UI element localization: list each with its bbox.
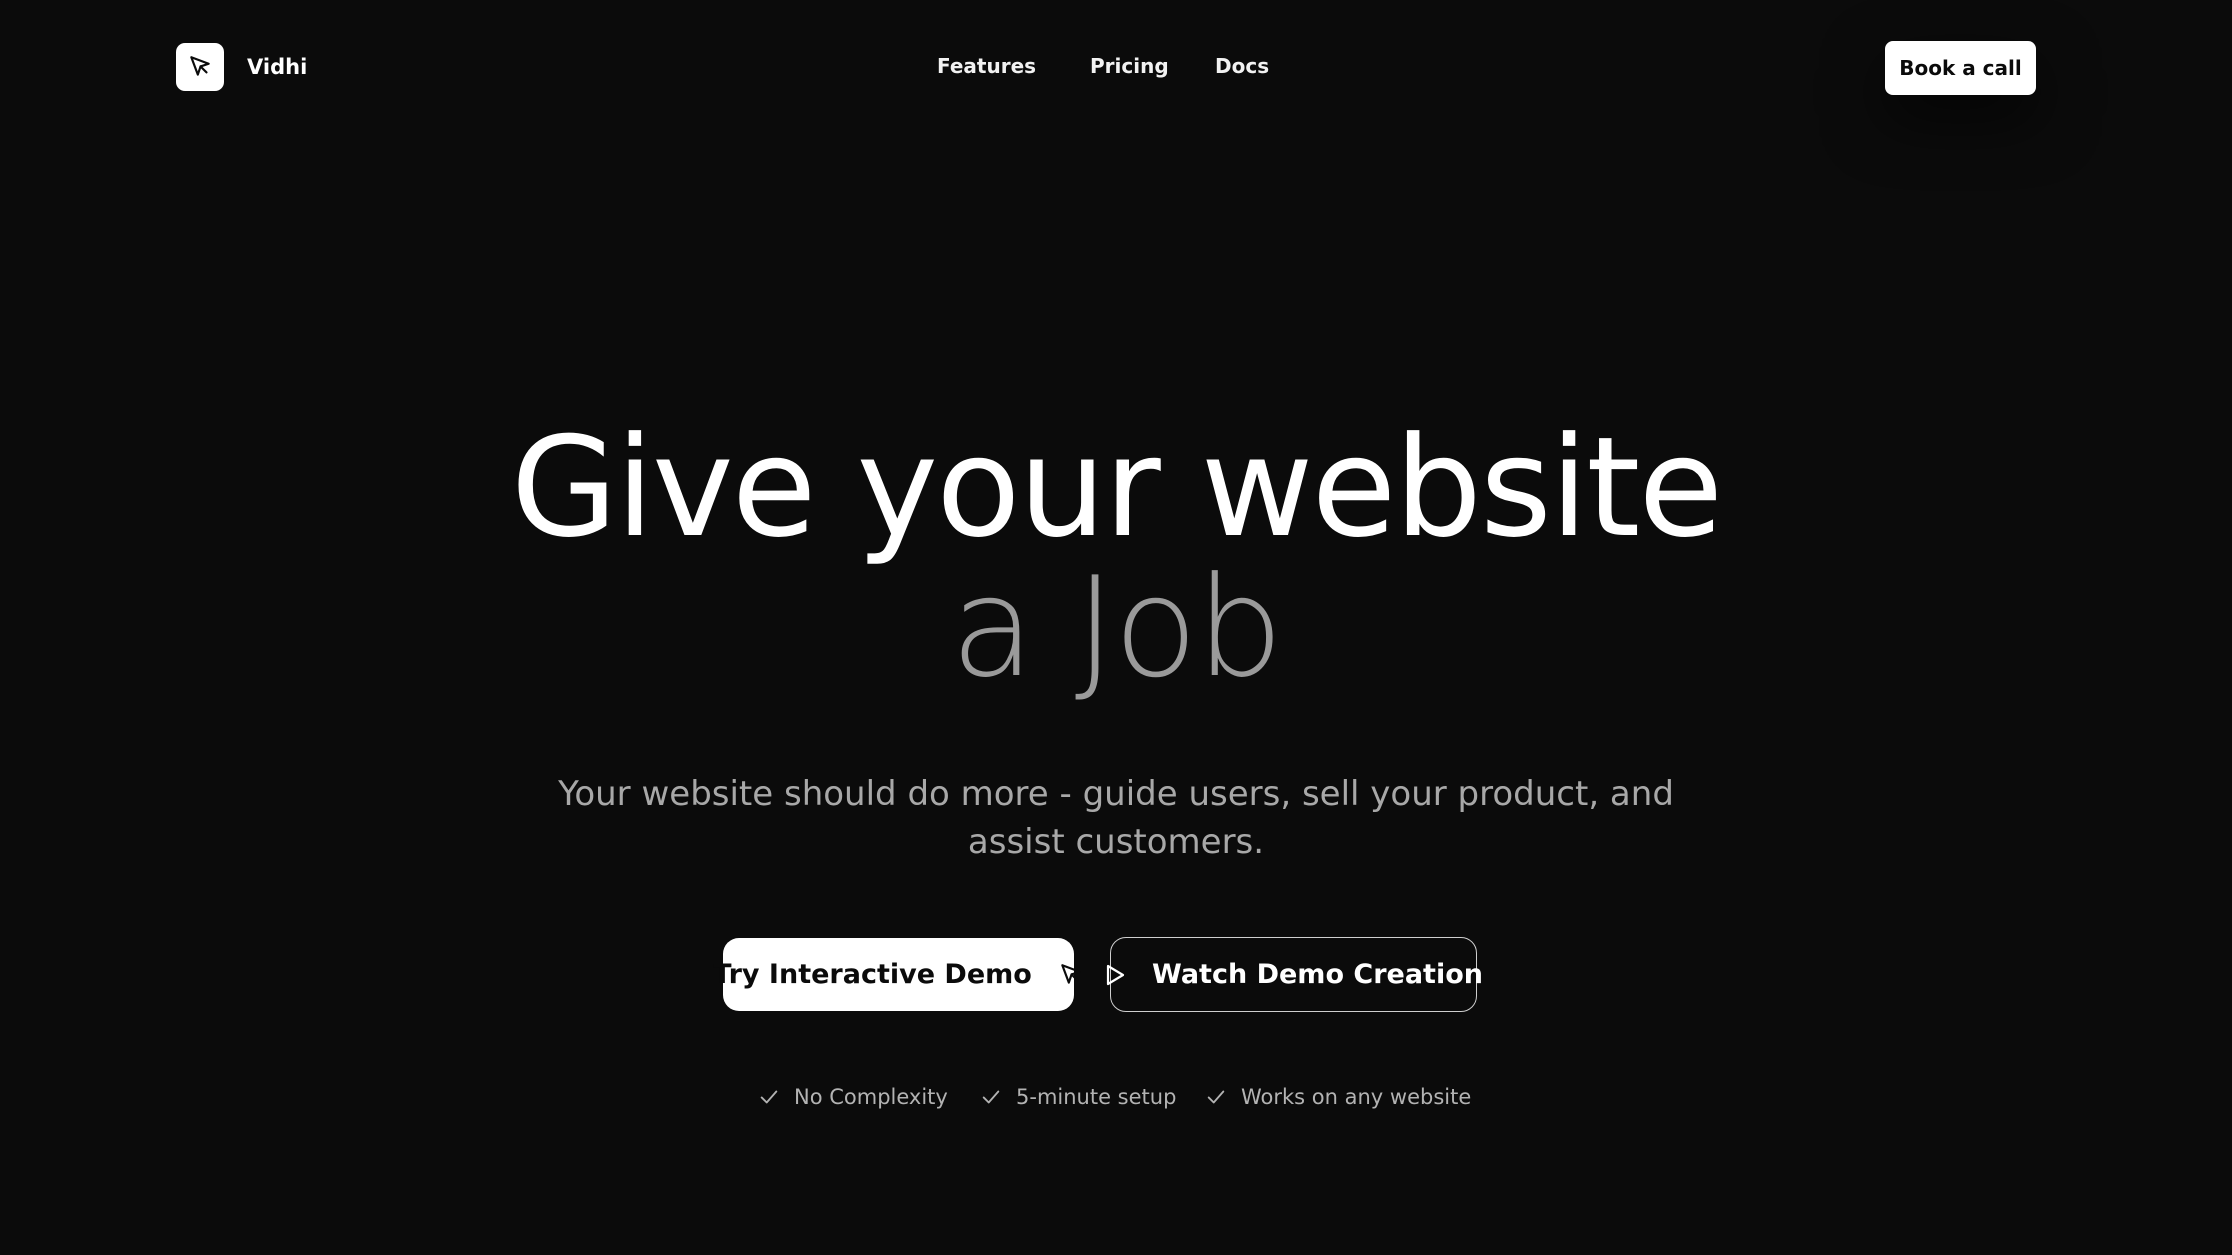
cursor-arrow-icon: [1058, 962, 1084, 988]
checklist-item: 5-minute setup: [980, 1085, 1176, 1109]
try-interactive-demo-button[interactable]: Try Interactive Demo: [713, 938, 1081, 1011]
nav-features[interactable]: Features: [937, 54, 1036, 78]
checklist-label: Works on any website: [1241, 1085, 1472, 1109]
site-header: Vidhi Features Pricing Docs Book a call: [0, 0, 2232, 140]
hero-title: Give your website a Job: [0, 418, 2232, 698]
hero-title-line-1: Give your website: [510, 407, 1724, 568]
landing-page: Vidhi Features Pricing Docs Book a call …: [0, 0, 2232, 1255]
watch-demo-creation-label: Watch Demo Creation: [1152, 959, 1483, 990]
checklist-item: No Complexity: [758, 1085, 948, 1109]
checklist-label: No Complexity: [794, 1085, 948, 1109]
nav-pricing[interactable]: Pricing: [1090, 54, 1169, 78]
try-interactive-demo-label: Try Interactive Demo: [713, 959, 1032, 990]
play-icon: [1104, 963, 1126, 987]
checklist-label: 5-minute setup: [1016, 1085, 1177, 1109]
watch-demo-creation-button[interactable]: Watch Demo Creation: [1106, 937, 1483, 1012]
checklist-item: Works on any website: [1205, 1085, 1471, 1109]
check-icon: [980, 1086, 1002, 1108]
check-icon: [758, 1086, 780, 1108]
nav-docs[interactable]: Docs: [1215, 54, 1269, 78]
book-call-button[interactable]: Book a call: [1885, 41, 2036, 95]
check-icon: [1205, 1086, 1227, 1108]
feature-checklist: No Complexity 5-minute setup Works on an…: [0, 1085, 2232, 1117]
hero-subtitle: Your website should do more - guide user…: [558, 774, 1674, 862]
hero-title-line-2: a Job: [950, 547, 1283, 708]
